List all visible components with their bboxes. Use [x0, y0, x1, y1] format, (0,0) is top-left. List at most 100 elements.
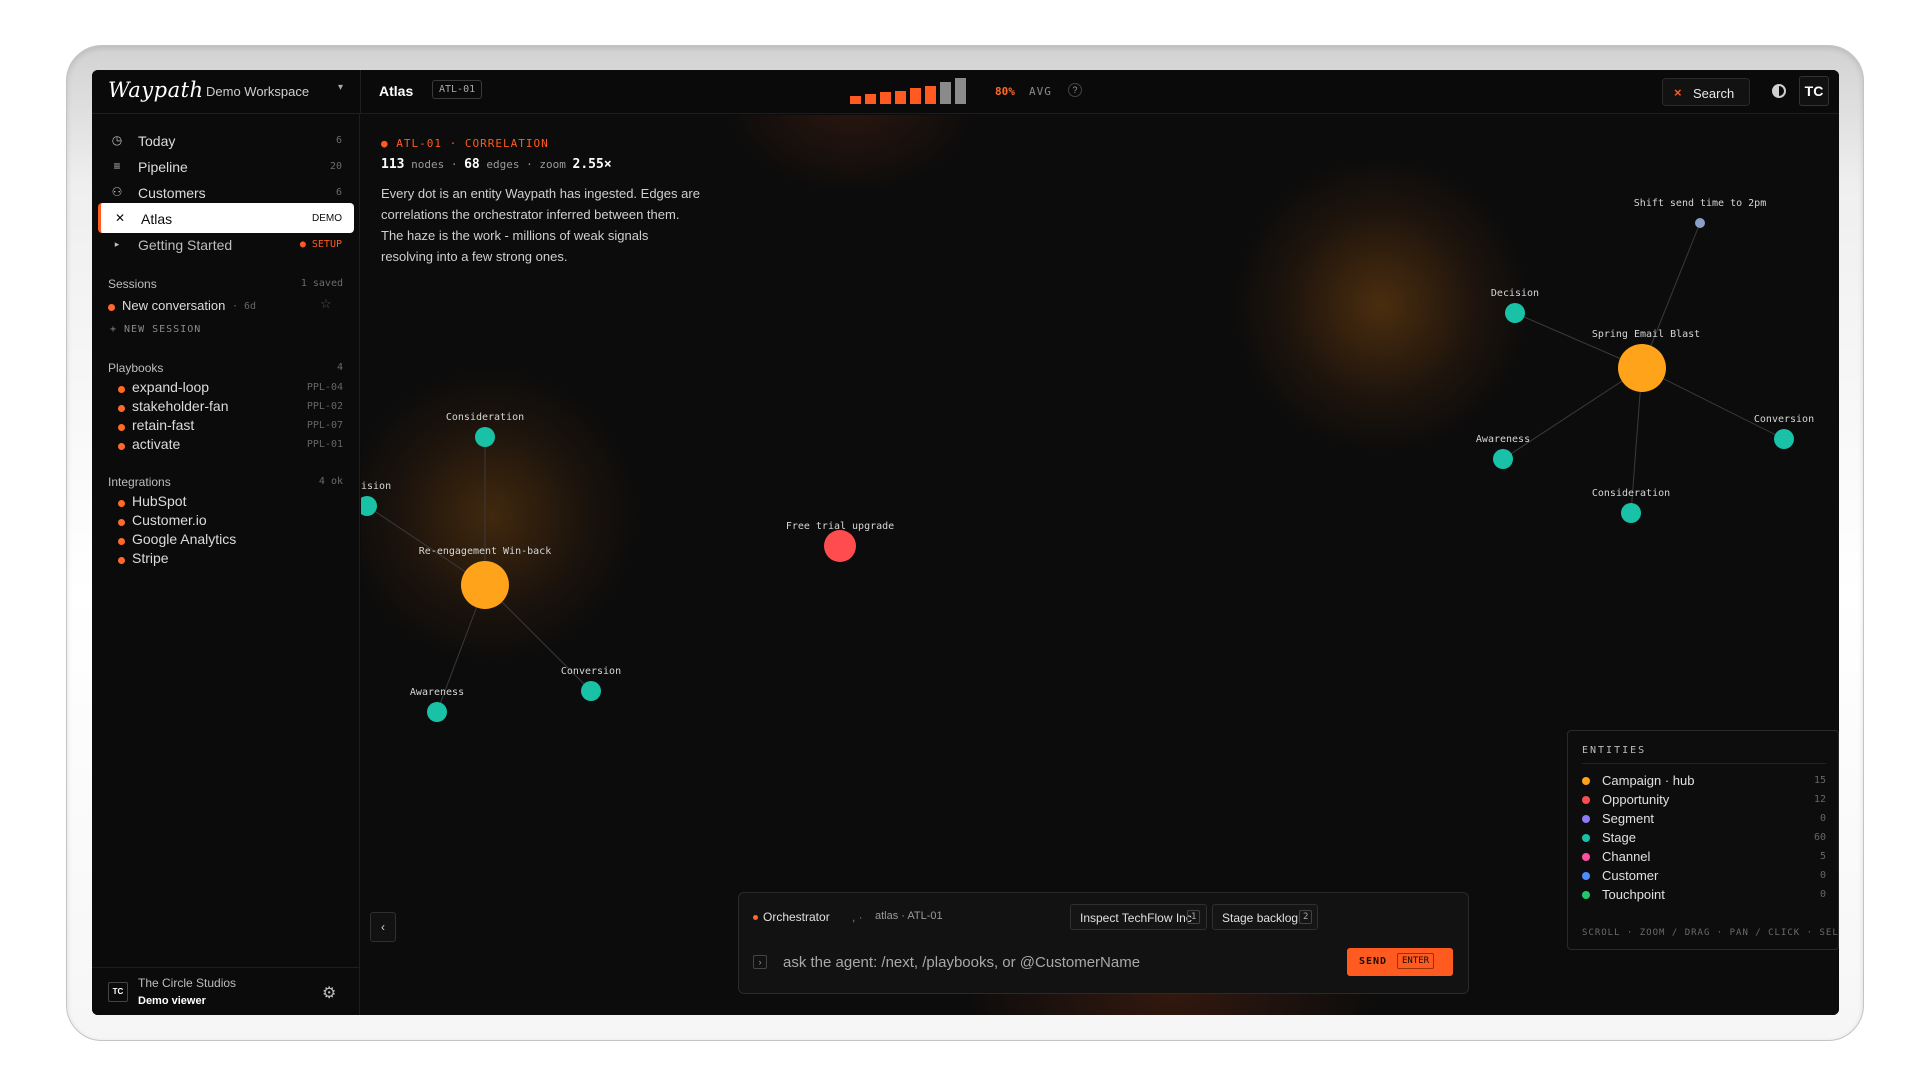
sessions-heading: Sessions — [108, 277, 157, 291]
search-icon: × — [1674, 85, 1682, 100]
entity-row[interactable]: Campaign · hub 15 — [1582, 772, 1826, 791]
send-button[interactable]: SEND ENTER — [1347, 948, 1453, 976]
page-code-badge: ATL-01 — [432, 80, 483, 99]
playbook-item[interactable]: activate — [132, 436, 180, 452]
send-shortcut: ENTER — [1397, 953, 1435, 969]
star-icon[interactable]: ☆ — [320, 296, 332, 312]
meter-bar — [940, 82, 951, 104]
chip-label: Inspect TechFlow Inc — [1080, 911, 1192, 925]
status-dot — [118, 424, 125, 431]
integrations-heading: Integrations — [108, 475, 171, 489]
playbook-item[interactable]: stakeholder-fan — [132, 398, 229, 414]
playbook-item[interactable]: retain-fast — [132, 417, 194, 433]
entity-color-dot — [1582, 834, 1590, 842]
users-icon: ⚇ — [111, 185, 123, 199]
context-separator: , · — [852, 910, 863, 924]
status-dot — [118, 519, 125, 526]
status-dot — [753, 915, 758, 920]
stage-node[interactable] — [1493, 449, 1513, 469]
entity-row[interactable]: Touchpoint 0 — [1582, 886, 1826, 905]
integration-item[interactable]: Google Analytics — [132, 531, 236, 547]
top-bar: Waypath Demo Workspace ▾ Atlas ATL-01 80… — [92, 70, 1839, 114]
workspace-switcher[interactable]: Demo Workspace — [206, 84, 309, 99]
playbook-code: PPL-01 — [306, 439, 343, 450]
node-label: Spring Email Blast — [1591, 329, 1701, 340]
stage-node[interactable] — [427, 702, 447, 722]
entity-count: 0 — [1819, 813, 1826, 824]
integration-item[interactable]: HubSpot — [132, 493, 186, 509]
signal-meter — [850, 78, 980, 104]
playbooks-heading: Playbooks — [108, 361, 164, 375]
new-session-button[interactable]: + NEW SESSION — [110, 324, 201, 335]
list-icon: ≡ — [113, 159, 121, 173]
sidebar-footer: TC The Circle Studios Demo viewer ⚙ — [92, 967, 360, 1015]
send-label: SEND — [1359, 956, 1388, 967]
entity-color-dot — [1582, 796, 1590, 804]
org-avatar: TC — [108, 982, 128, 1002]
graph-kicker: ● ATL-01 · CORRELATION — [381, 137, 549, 150]
search-label: Search — [1693, 86, 1735, 101]
page-title: Atlas — [379, 83, 414, 99]
stage-node[interactable] — [361, 496, 377, 516]
search-button[interactable]: × Search — [1662, 78, 1750, 106]
entity-row[interactable]: Customer 0 — [1582, 867, 1826, 886]
stage-node[interactable] — [1505, 303, 1525, 323]
session-item[interactable]: New conversation — [122, 298, 225, 313]
brand-logo[interactable]: Waypath — [108, 78, 204, 102]
stats-sep: · — [526, 158, 533, 171]
theme-toggle-icon[interactable] — [1772, 84, 1786, 98]
sidebar-item-getting-started[interactable]: ▸ Getting Started ● SETUP — [98, 229, 354, 259]
user-avatar[interactable]: TC — [1799, 76, 1829, 106]
node-label: Conversion — [560, 666, 622, 677]
collapse-sidebar-button[interactable]: ‹ — [370, 912, 396, 942]
entity-row[interactable]: Channel 5 — [1582, 848, 1826, 867]
playbook-item[interactable]: expand-loop — [132, 379, 209, 395]
opportunity-node-free-trial[interactable] — [824, 530, 856, 562]
entity-count: 0 — [1819, 870, 1826, 881]
integration-item[interactable]: Customer.io — [132, 512, 207, 528]
help-icon[interactable]: ? — [1068, 83, 1082, 97]
stage-node[interactable] — [1774, 429, 1794, 449]
integration-item[interactable]: Stripe — [132, 550, 169, 566]
divider — [1582, 763, 1826, 764]
entity-count: 12 — [1813, 794, 1826, 805]
stats-sep: · — [450, 158, 458, 171]
hub-node-spring-email-blast[interactable] — [1618, 344, 1666, 392]
signal-node[interactable] — [1695, 218, 1705, 228]
sidebar-item-label: Customers — [138, 185, 206, 201]
stage-node[interactable] — [1621, 503, 1641, 523]
status-dot — [118, 405, 125, 412]
chevron-down-icon[interactable]: ▾ — [338, 82, 343, 93]
integrations-count: 4 ok — [318, 476, 343, 487]
stage-node[interactable] — [581, 681, 601, 701]
entity-row[interactable]: Segment 0 — [1582, 810, 1826, 829]
suggestion-chip-inspect[interactable]: Inspect TechFlow Inc 1 — [1070, 904, 1207, 930]
sidebar-item-count: 6 — [335, 187, 342, 198]
node-label: Shift send time to 2pm — [1633, 198, 1767, 209]
entities-title: ENTITIES — [1582, 745, 1647, 756]
entity-row[interactable]: Opportunity 12 — [1582, 791, 1826, 810]
entity-count: 60 — [1813, 832, 1826, 843]
entities-panel: ENTITIES Campaign · hub 15 Opportunity 1… — [1567, 730, 1839, 950]
agent-input[interactable] — [783, 950, 1303, 974]
entity-row[interactable]: Stage 60 — [1582, 829, 1826, 848]
meter-bar — [865, 94, 876, 104]
chip-label: Stage backlog — [1222, 911, 1299, 925]
entity-name: Opportunity — [1602, 792, 1670, 807]
gear-icon[interactable]: ⚙ — [322, 983, 336, 1003]
entity-name: Channel — [1602, 849, 1651, 864]
node-label: ision — [361, 481, 392, 492]
atlas-canvas[interactable]: ● ATL-01 · CORRELATION 113 nodes · 68 ed… — [361, 115, 1839, 1015]
sidebar-item-count: 6 — [335, 135, 342, 146]
entity-color-dot — [1582, 777, 1590, 785]
meter-avg-label: AVG — [1029, 85, 1052, 98]
node-label: Free trial upgrade — [785, 521, 895, 532]
node-label: Awareness — [409, 687, 465, 698]
playbook-code: PPL-07 — [306, 420, 343, 431]
entity-name: Segment — [1602, 811, 1655, 826]
hub-node-reengagement[interactable] — [461, 561, 509, 609]
suggestion-chip-backlog[interactable]: Stage backlog 2 — [1212, 904, 1318, 930]
sidebar: ◷ Today 6 ≡ Pipeline 20 ⚇ Customers 6 ✕ … — [92, 114, 360, 1015]
atlas-icon: ✕ — [114, 211, 126, 225]
stage-node[interactable] — [475, 427, 495, 447]
